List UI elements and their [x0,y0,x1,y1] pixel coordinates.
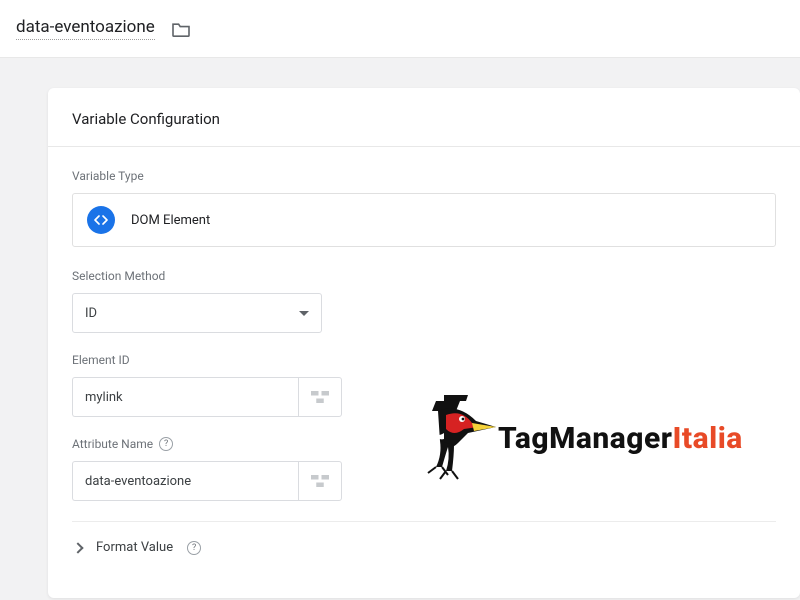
chevron-right-icon [72,542,83,553]
selection-method-label: Selection Method [72,269,776,283]
format-value-toggle[interactable]: Format Value ? [72,522,776,555]
element-id-input[interactable]: mylink [72,377,298,417]
chevron-down-icon [299,311,309,316]
top-bar: data-eventoazione [0,0,800,58]
woodpecker-icon [418,393,498,483]
brand-text-1: TagManager [498,421,672,456]
attribute-name-input[interactable]: data-eventoazione [72,461,298,501]
element-id-label: Element ID [72,353,776,367]
folder-icon[interactable] [171,21,191,37]
variable-picker-button[interactable] [298,461,342,501]
brand-logo: TagManagerItalia [418,393,743,483]
variable-type-label: Variable Type [72,169,776,183]
variable-name-input[interactable]: data-eventoazione [16,17,155,40]
variable-type-selector[interactable]: DOM Element [72,193,776,247]
brand-text-2: Italia [672,421,742,456]
card-title: Variable Configuration [48,88,800,147]
help-icon[interactable]: ? [159,437,173,451]
variable-type-value: DOM Element [131,213,210,228]
selection-method-value: ID [85,306,97,321]
variable-picker-button[interactable] [298,377,342,417]
help-icon[interactable]: ? [187,541,201,555]
selection-method-select[interactable]: ID [72,293,322,333]
dom-element-icon [87,206,115,234]
format-value-label: Format Value [96,540,173,555]
variable-config-card: Variable Configuration Variable Type DOM… [48,88,800,598]
